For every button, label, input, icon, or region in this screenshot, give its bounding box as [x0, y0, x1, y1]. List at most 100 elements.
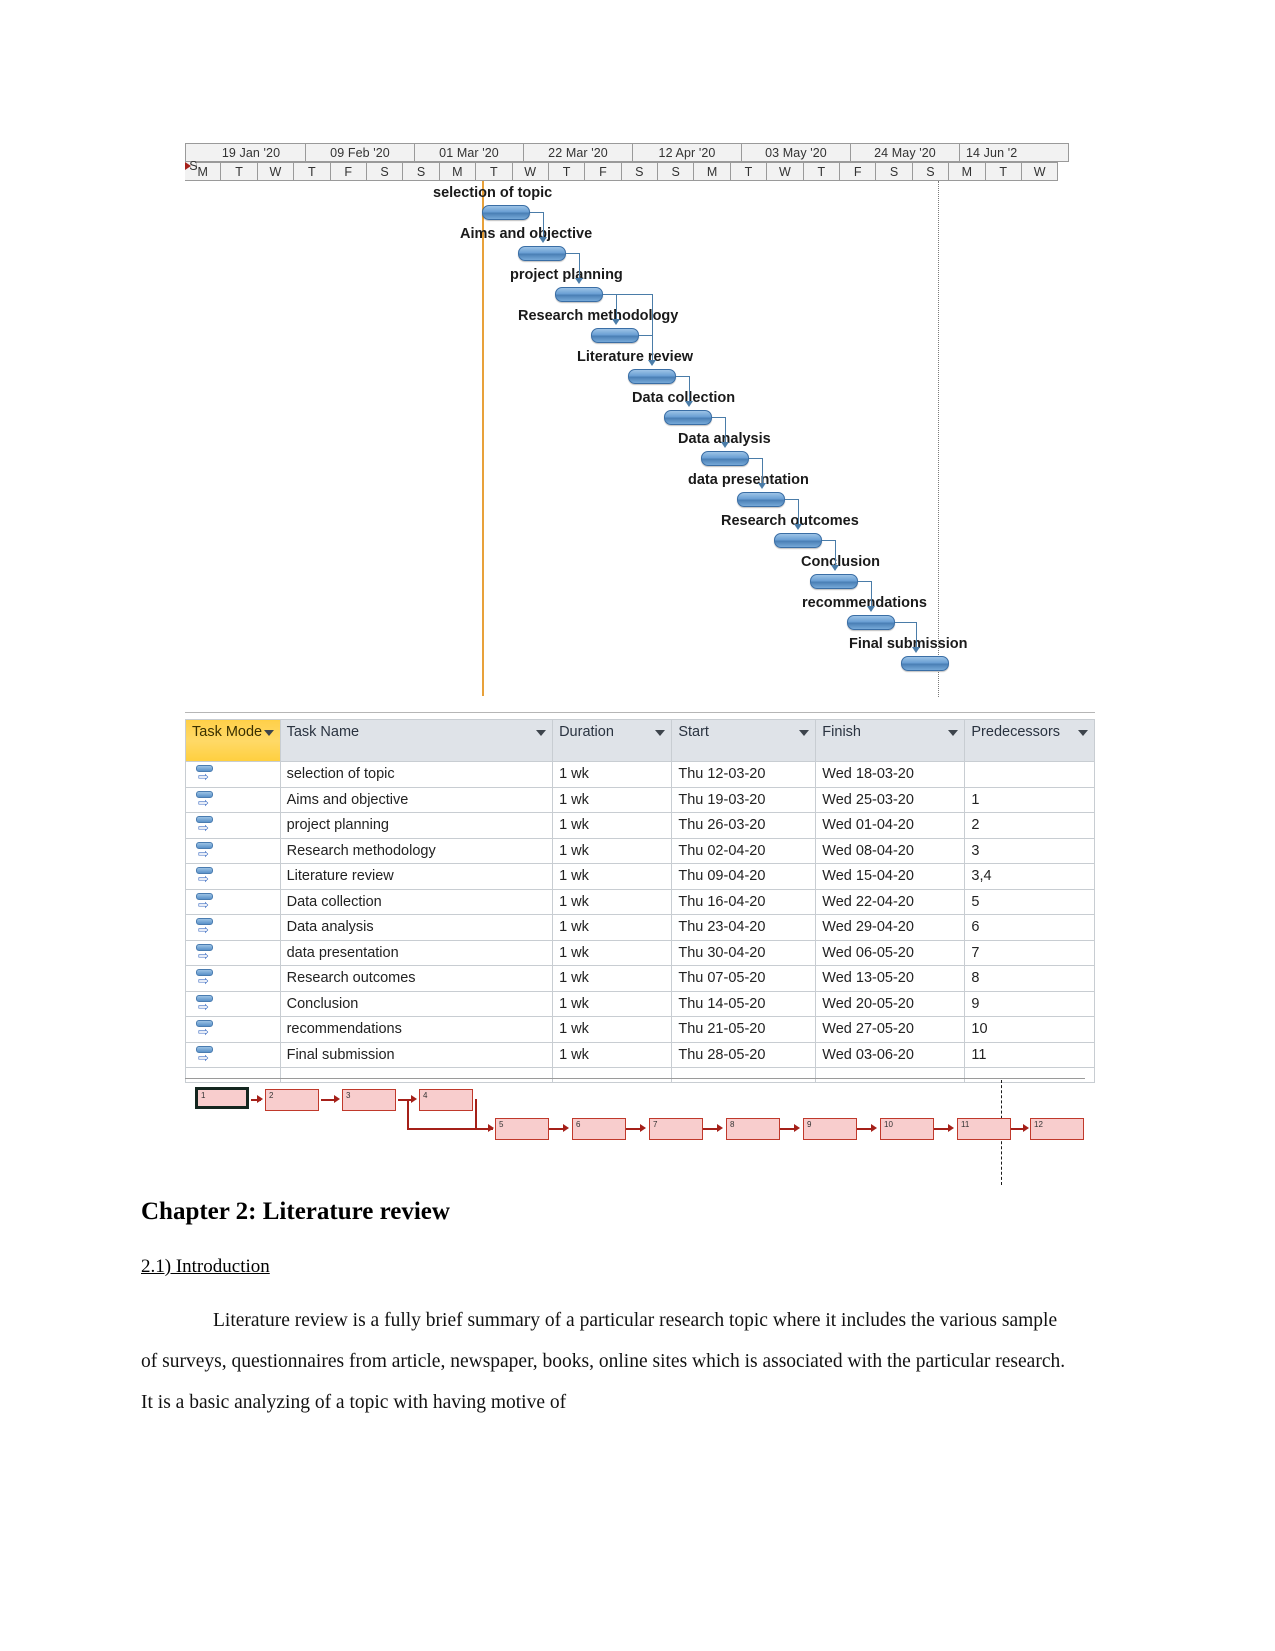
cell-task-mode[interactable]: ⇨: [185, 888, 281, 915]
chevron-down-icon[interactable]: [536, 730, 547, 736]
cell-finish[interactable]: Wed 22-04-20: [815, 888, 966, 915]
cell-predecessors[interactable]: 1: [964, 786, 1095, 813]
cell-task-name[interactable]: data presentation: [279, 939, 554, 966]
cell-predecessors[interactable]: 10: [964, 1016, 1095, 1043]
cell-start[interactable]: Thu 16-04-20: [671, 888, 817, 915]
cell-task-mode[interactable]: ⇨: [185, 761, 281, 788]
cell-predecessors[interactable]: 3: [964, 837, 1095, 864]
cell-finish[interactable]: Wed 13-05-20: [815, 965, 966, 992]
gantt-bar-task-7[interactable]: [701, 451, 749, 466]
cell-task-name[interactable]: selection of topic: [279, 761, 554, 788]
column-header-task-mode[interactable]: Task Mode: [185, 719, 281, 762]
cell-duration[interactable]: 1 wk: [552, 990, 673, 1017]
cell-duration[interactable]: 1 wk: [552, 1041, 673, 1068]
network-node[interactable]: 4: [419, 1089, 473, 1111]
table-row[interactable]: ⇨ Data collection 1 wk Thu 16-04-20 Wed …: [185, 888, 1095, 915]
cell-duration[interactable]: 1 wk: [552, 786, 673, 813]
network-node[interactable]: 1: [195, 1087, 249, 1109]
cell-task-mode[interactable]: ⇨: [185, 990, 281, 1017]
gantt-bar-task-2[interactable]: [518, 246, 566, 261]
cell-start[interactable]: Thu 12-03-20: [671, 761, 817, 788]
cell-task-mode[interactable]: ⇨: [185, 786, 281, 813]
table-row[interactable]: ⇨ Data analysis 1 wk Thu 23-04-20 Wed 29…: [185, 914, 1095, 941]
cell-finish[interactable]: Wed 20-05-20: [815, 990, 966, 1017]
table-row[interactable]: ⇨ Research outcomes 1 wk Thu 07-05-20 We…: [185, 965, 1095, 992]
cell-finish[interactable]: Wed 25-03-20: [815, 786, 966, 813]
cell-start[interactable]: Thu 02-04-20: [671, 837, 817, 864]
cell-finish[interactable]: Wed 01-04-20: [815, 812, 966, 839]
cell-finish[interactable]: Wed 06-05-20: [815, 939, 966, 966]
network-node[interactable]: 8: [726, 1118, 780, 1140]
gantt-bar-task-1[interactable]: [482, 205, 530, 220]
chevron-down-icon[interactable]: [263, 730, 274, 736]
cell-duration[interactable]: 1 wk: [552, 812, 673, 839]
cell-task-name[interactable]: Research methodology: [279, 837, 554, 864]
chevron-down-icon[interactable]: [948, 730, 959, 736]
cell-duration[interactable]: 1 wk: [552, 914, 673, 941]
table-row[interactable]: ⇨ Conclusion 1 wk Thu 14-05-20 Wed 20-05…: [185, 990, 1095, 1017]
table-row[interactable]: ⇨ recommendations 1 wk Thu 21-05-20 Wed …: [185, 1016, 1095, 1043]
cell-predecessors[interactable]: 7: [964, 939, 1095, 966]
cell-finish[interactable]: Wed 08-04-20: [815, 837, 966, 864]
cell-predecessors[interactable]: 3,4: [964, 863, 1095, 890]
cell-duration[interactable]: 1 wk: [552, 965, 673, 992]
cell-task-mode[interactable]: ⇨: [185, 1016, 281, 1043]
cell-task-name[interactable]: recommendations: [279, 1016, 554, 1043]
cell-finish[interactable]: Wed 15-04-20: [815, 863, 966, 890]
column-header-predecessors[interactable]: Predecessors: [964, 719, 1095, 762]
cell-predecessors[interactable]: [964, 761, 1095, 788]
cell-start[interactable]: Thu 23-04-20: [671, 914, 817, 941]
cell-duration[interactable]: 1 wk: [552, 837, 673, 864]
gantt-bar-task-10[interactable]: [810, 574, 858, 589]
cell-start[interactable]: Thu 30-04-20: [671, 939, 817, 966]
cell-duration[interactable]: 1 wk: [552, 1016, 673, 1043]
table-row[interactable]: ⇨ data presentation 1 wk Thu 30-04-20 We…: [185, 939, 1095, 966]
cell-duration[interactable]: 1 wk: [552, 888, 673, 915]
cell-task-mode[interactable]: ⇨: [185, 812, 281, 839]
cell-duration[interactable]: 1 wk: [552, 761, 673, 788]
table-row[interactable]: ⇨ Final submission 1 wk Thu 28-05-20 Wed…: [185, 1041, 1095, 1068]
gantt-bar-task-3[interactable]: [555, 287, 603, 302]
cell-start[interactable]: Thu 14-05-20: [671, 990, 817, 1017]
cell-start[interactable]: Thu 09-04-20: [671, 863, 817, 890]
gantt-bar-task-9[interactable]: [774, 533, 822, 548]
column-header-task-name[interactable]: Task Name: [279, 719, 554, 762]
network-node[interactable]: 7: [649, 1118, 703, 1140]
cell-task-mode[interactable]: ⇨: [185, 863, 281, 890]
table-row[interactable]: ⇨ Research methodology 1 wk Thu 02-04-20…: [185, 837, 1095, 864]
chevron-down-icon[interactable]: [655, 730, 666, 736]
gantt-bar-task-8[interactable]: [737, 492, 785, 507]
cell-finish[interactable]: Wed 18-03-20: [815, 761, 966, 788]
network-node[interactable]: 3: [342, 1089, 396, 1111]
cell-task-mode[interactable]: ⇨: [185, 965, 281, 992]
gantt-bar-task-12[interactable]: [901, 656, 949, 671]
network-node[interactable]: 5: [495, 1118, 549, 1140]
cell-task-name[interactable]: Research outcomes: [279, 965, 554, 992]
cell-task-mode[interactable]: ⇨: [185, 837, 281, 864]
cell-start[interactable]: Thu 19-03-20: [671, 786, 817, 813]
gantt-bar-task-11[interactable]: [847, 615, 895, 630]
cell-start[interactable]: Thu 26-03-20: [671, 812, 817, 839]
gantt-bar-task-4[interactable]: [591, 328, 639, 343]
cell-predecessors[interactable]: 5: [964, 888, 1095, 915]
cell-predecessors[interactable]: 11: [964, 1041, 1095, 1068]
cell-predecessors[interactable]: 9: [964, 990, 1095, 1017]
cell-duration[interactable]: 1 wk: [552, 939, 673, 966]
cell-task-mode[interactable]: ⇨: [185, 1041, 281, 1068]
gantt-bar-task-5[interactable]: [628, 369, 676, 384]
cell-predecessors[interactable]: 8: [964, 965, 1095, 992]
network-node[interactable]: 11: [957, 1118, 1011, 1140]
cell-task-mode[interactable]: ⇨: [185, 939, 281, 966]
gantt-bar-task-6[interactable]: [664, 410, 712, 425]
cell-predecessors[interactable]: 2: [964, 812, 1095, 839]
cell-finish[interactable]: Wed 29-04-20: [815, 914, 966, 941]
cell-task-name[interactable]: Final submission: [279, 1041, 554, 1068]
table-row[interactable]: ⇨ Aims and objective 1 wk Thu 19-03-20 W…: [185, 786, 1095, 813]
cell-task-mode[interactable]: ⇨: [185, 914, 281, 941]
network-node[interactable]: 10: [880, 1118, 934, 1140]
table-row[interactable]: ⇨ project planning 1 wk Thu 26-03-20 Wed…: [185, 812, 1095, 839]
cell-task-name[interactable]: Literature review: [279, 863, 554, 890]
cell-task-name[interactable]: Aims and objective: [279, 786, 554, 813]
cell-duration[interactable]: 1 wk: [552, 863, 673, 890]
cell-predecessors[interactable]: 6: [964, 914, 1095, 941]
